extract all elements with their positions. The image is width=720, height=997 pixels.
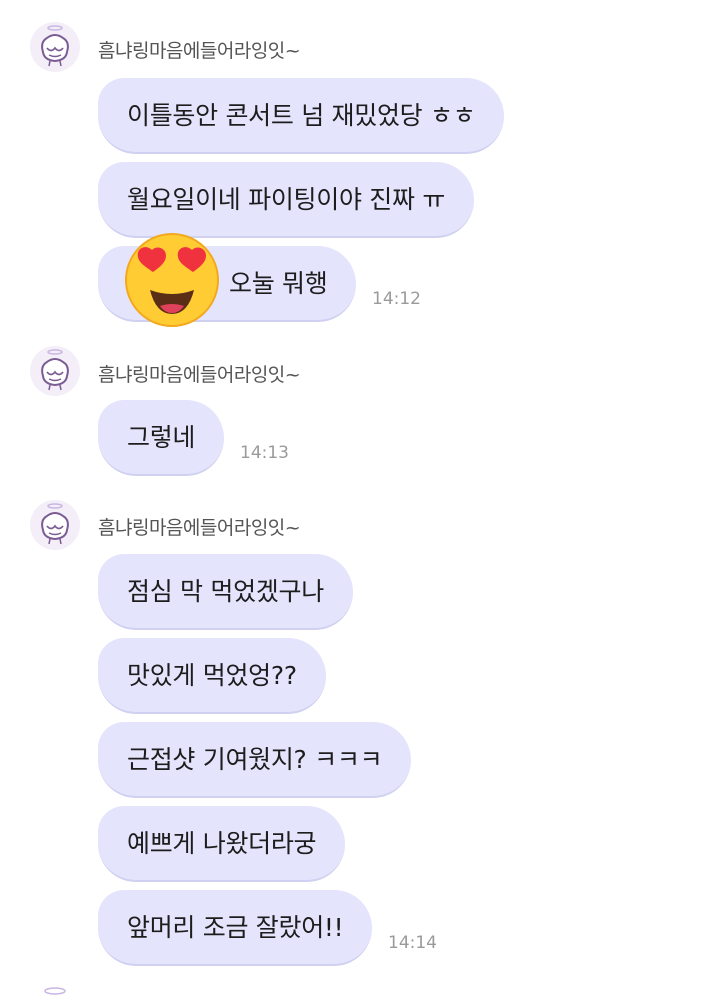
sender-name: 흠냐링마음에들어라잉잇~ [98, 517, 301, 539]
message-bubble[interactable]: 이틀동안 콘서트 넘 재밌었당 ㅎㅎ [98, 78, 505, 154]
message-bubble[interactable]: 예쁘게 나왔더라궁 [98, 806, 346, 882]
angel-cloud-avatar-icon [41, 349, 69, 391]
message-bubble[interactable]: 앞머리 조금 잘랐어!! [98, 890, 373, 966]
message-bubble[interactable]: 그렇네 [98, 400, 225, 476]
message-bubble[interactable]: 맛있게 먹었엉?? [98, 638, 326, 714]
sender-name: 흠냐링마음에들어라잉잇~ [98, 364, 301, 386]
message-time: 14:12 [372, 289, 421, 309]
message-time: 14:14 [388, 933, 437, 953]
sender-avatar[interactable] [30, 22, 80, 72]
sender-avatar[interactable] [30, 346, 80, 396]
message-bubble[interactable]: 근접샷 기여웠지? ㅋㅋㅋ [98, 722, 412, 798]
sender-avatar[interactable] [30, 500, 80, 550]
message-bubble[interactable]: 점심 막 먹었겠구나 [98, 554, 353, 630]
message-time: 14:13 [240, 443, 289, 463]
heart-eyes-emoji-icon [124, 232, 220, 328]
message-bubble[interactable]: 월요일이네 파이팅이야 진짜 ㅠ [98, 162, 475, 238]
angel-cloud-avatar-icon [41, 503, 69, 545]
next-avatar-halo-icon [38, 983, 72, 997]
angel-cloud-avatar-icon [41, 25, 69, 67]
sender-name: 흠냐링마음에들어라잉잇~ [98, 40, 301, 62]
